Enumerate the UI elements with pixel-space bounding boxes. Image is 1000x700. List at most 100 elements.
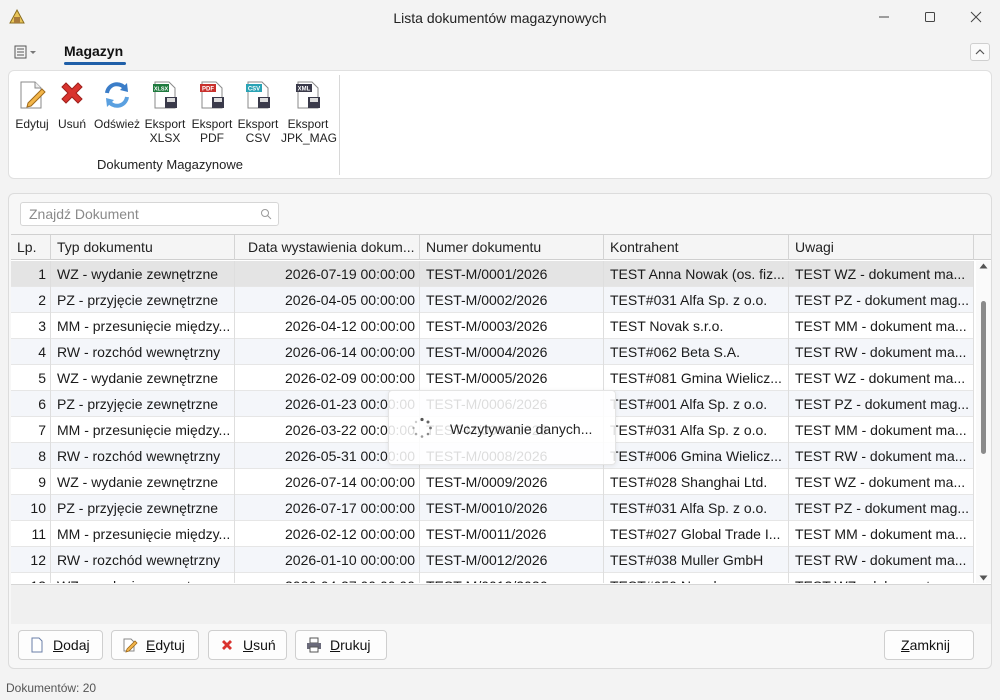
ribbon-export-jpk-button[interactable]: XML Eksport JPK_MAG bbox=[281, 79, 338, 145]
scrollbar-thumb[interactable] bbox=[981, 301, 986, 454]
cell-contractor: TEST#038 Muller GmbH bbox=[604, 547, 789, 573]
cell-type: RW - rozchód wewnętrzny bbox=[51, 339, 235, 365]
ribbon-panel: Edytuj Usuń Odśwież XLSX Eksport XLSX PD… bbox=[8, 70, 992, 179]
document-count: Dokumentów: 20 bbox=[6, 681, 97, 695]
edit-document-icon bbox=[20, 81, 46, 109]
loading-text: Wczytywanie danych... bbox=[450, 421, 593, 437]
scroll-up-icon[interactable] bbox=[979, 263, 988, 269]
table-row[interactable]: 10 PZ - przyjęcie zewnętrzne 2026-07-17 00… bbox=[11, 495, 974, 521]
ribbon-export-xlsx-button[interactable]: XLSX Eksport XLSX bbox=[143, 79, 187, 145]
cell-notes: TEST PZ - dokument mag... bbox=[789, 287, 974, 313]
column-header-type[interactable]: Typ dokumentu bbox=[51, 235, 235, 260]
cell-notes: TEST PZ - dokument mag... bbox=[789, 495, 974, 521]
cell-date: 2026-04-05 00:00:00 bbox=[235, 287, 420, 313]
column-header-notes[interactable]: Uwagi bbox=[789, 235, 974, 260]
cell-type: PZ - przyjęcie zewnętrzne bbox=[51, 495, 235, 521]
cell-notes: TEST MM - dokument ma... bbox=[789, 417, 974, 443]
ribbon-export-jpk-label2: JPK_MAG bbox=[281, 131, 338, 145]
table-row[interactable]: 12 RW - rozchód wewnętrzny 2026-01-10 00:0… bbox=[11, 547, 974, 573]
grid-footer bbox=[11, 584, 991, 624]
cell-contractor: TEST#081 Gmina Wielicz... bbox=[604, 365, 789, 391]
table-row[interactable]: 4 RW - rozchód wewnętrzny 2026-06-14 00:00… bbox=[11, 339, 974, 365]
svg-text:CSV: CSV bbox=[248, 87, 260, 93]
search-input[interactable] bbox=[21, 203, 251, 225]
delete-button[interactable]: Usuń bbox=[208, 630, 287, 660]
add-button-label: odaj bbox=[63, 637, 90, 653]
tab-magazyn[interactable]: Magazyn bbox=[64, 43, 123, 59]
cell-type: WZ - wydanie zewnętrzne bbox=[51, 573, 235, 583]
cell-lp: 1 bbox=[11, 261, 51, 287]
cell-number: TEST-M/0004/2026 bbox=[420, 339, 604, 365]
ribbon-export-csv-button[interactable]: CSV Eksport CSV bbox=[237, 79, 279, 145]
cell-contractor: TEST#062 Beta S.A. bbox=[604, 339, 789, 365]
cell-lp: 8 bbox=[11, 443, 51, 469]
ribbon-export-csv-label2: CSV bbox=[245, 131, 271, 145]
cell-number: TEST-M/0002/2026 bbox=[420, 287, 604, 313]
table-row[interactable]: 2 PZ - przyjęcie zewnętrzne 2026-04-05 00:… bbox=[11, 287, 974, 313]
table-row[interactable]: 5 WZ - wydanie zewnętrzne 2026-02-09 00:00… bbox=[11, 365, 974, 391]
add-button[interactable]: Dodaj bbox=[18, 630, 103, 660]
grid-header: Lp. Typ dokumentu Data wystawienia dokum… bbox=[11, 235, 991, 260]
column-header-lp[interactable]: Lp. bbox=[11, 235, 51, 260]
cell-type: MM - przesunięcie między... bbox=[51, 521, 235, 547]
cell-type: RW - rozchód wewnętrzny bbox=[51, 547, 235, 573]
print-button[interactable]: Drukuj bbox=[295, 630, 387, 660]
cell-contractor: TEST#031 Alfa Sp. z o.o. bbox=[604, 287, 789, 313]
vertical-scrollbar[interactable] bbox=[976, 261, 991, 583]
ribbon-delete-button[interactable]: Usuń bbox=[55, 79, 89, 131]
cell-notes: TEST PZ - dokument mag... bbox=[789, 391, 974, 417]
cell-number: TEST-M/0003/2026 bbox=[420, 313, 604, 339]
collapse-ribbon-button[interactable] bbox=[970, 43, 990, 61]
chevron-up-icon bbox=[975, 49, 985, 55]
pdf-file-icon: PDF bbox=[200, 81, 224, 109]
column-header-date[interactable]: Data wystawienia dokum... bbox=[235, 235, 420, 260]
cell-lp: 9 bbox=[11, 469, 51, 495]
cell-date: 2026-07-14 00:00:00 bbox=[235, 469, 420, 495]
ribbon-refresh-button[interactable]: Odśwież bbox=[93, 79, 141, 131]
ribbon-export-pdf-label2: PDF bbox=[200, 131, 224, 145]
cell-type: PZ - przyjęcie zewnętrzne bbox=[51, 287, 235, 313]
cell-type: PZ - przyjęcie zewnętrzne bbox=[51, 391, 235, 417]
ribbon-edit-label: Edytuj bbox=[15, 117, 49, 131]
maximize-button[interactable] bbox=[907, 0, 953, 34]
table-row[interactable]: 3 MM - przesunięcie między... 2026-04-12 0… bbox=[11, 313, 974, 339]
column-header-number[interactable]: Numer dokumentu bbox=[420, 235, 604, 260]
edit-button[interactable]: Edytuj bbox=[111, 630, 199, 660]
svg-text:XLSX: XLSX bbox=[154, 87, 169, 93]
cell-type: RW - rozchód wewnętrzny bbox=[51, 443, 235, 469]
cell-notes: TEST WZ - dokument ma... bbox=[789, 469, 974, 495]
table-row[interactable]: 9 WZ - wydanie zewnętrzne 2026-07-14 00:00… bbox=[11, 469, 974, 495]
minimize-button[interactable] bbox=[861, 0, 907, 34]
loading-overlay: Wczytywanie danych... bbox=[388, 390, 616, 465]
cell-lp: 5 bbox=[11, 365, 51, 391]
printer-icon bbox=[307, 637, 321, 653]
search-icon[interactable] bbox=[260, 208, 272, 220]
table-row[interactable]: 11 MM - przesunięcie między... 2026-02-12 … bbox=[11, 521, 974, 547]
ribbon-delete-label: Usuń bbox=[57, 117, 86, 131]
close-button-mnemonic: Z bbox=[901, 637, 910, 653]
cell-type: WZ - wydanie zewnętrzne bbox=[51, 469, 235, 495]
status-bar: Dokumentów: 20 bbox=[0, 676, 1000, 700]
column-header-contractor[interactable]: Kontrahent bbox=[604, 235, 789, 260]
table-row[interactable]: 13WZ - wydanie zewnętrzne2026-04-27 00:0… bbox=[11, 573, 974, 583]
cell-number: TEST-M/0009/2026 bbox=[420, 469, 604, 495]
cell-lp: 3 bbox=[11, 313, 51, 339]
ribbon-edit-button[interactable]: Edytuj bbox=[13, 79, 51, 131]
menu-icon[interactable] bbox=[14, 44, 38, 60]
ribbon-export-xlsx-label2: XLSX bbox=[149, 131, 181, 145]
print-button-mnemonic: D bbox=[330, 637, 341, 653]
cell-date: 2026-02-12 00:00:00 bbox=[235, 521, 420, 547]
delete-icon bbox=[222, 640, 232, 650]
cell-lp: 13 bbox=[11, 573, 51, 583]
delete-button-label: suń bbox=[253, 637, 276, 653]
cell-type: WZ - wydanie zewnętrzne bbox=[51, 261, 235, 287]
cell-lp: 6 bbox=[11, 391, 51, 417]
scroll-down-icon[interactable] bbox=[979, 575, 988, 581]
ribbon-export-pdf-button[interactable]: PDF Eksport PDF bbox=[191, 79, 233, 145]
close-window-button[interactable] bbox=[953, 0, 999, 34]
cell-lp: 7 bbox=[11, 417, 51, 443]
cell-type: MM - przesunięcie między... bbox=[51, 313, 235, 339]
cell-notes: TEST RW - dokument ma... bbox=[789, 443, 974, 469]
table-row[interactable]: 1 WZ - wydanie zewnętrzne 2026-07-19 00:00… bbox=[11, 261, 974, 287]
close-button[interactable]: Zamknij bbox=[884, 630, 974, 660]
